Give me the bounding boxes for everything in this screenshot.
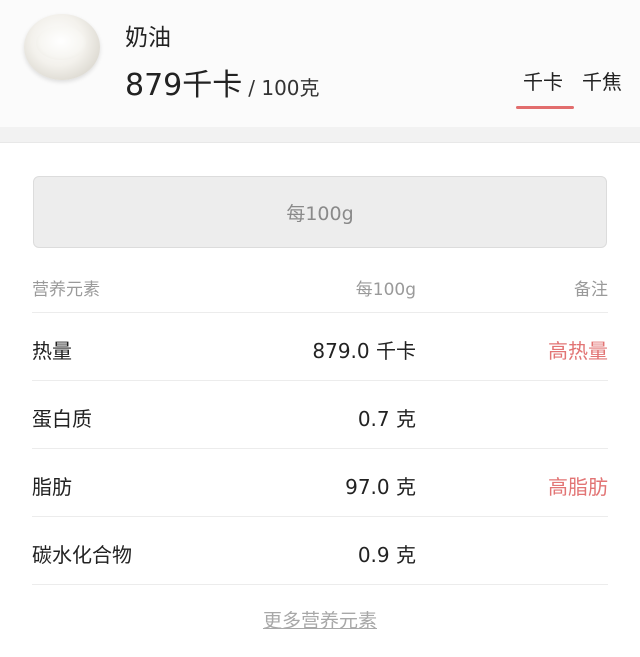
calorie-summary: 879千卡/ 100克 <box>125 60 320 104</box>
header-nutrient: 营养元素 <box>32 280 100 300</box>
nutrient-value: 97.0 克 <box>345 475 416 499</box>
tab-kj[interactable]: 千焦 <box>582 66 622 95</box>
divider <box>32 380 608 381</box>
food-image <box>24 14 100 80</box>
calorie-value: 879千卡 <box>125 68 243 103</box>
nutrient-name: 脂肪 <box>32 475 72 499</box>
header-per100g: 每100g <box>355 280 416 300</box>
tab-kcal[interactable]: 千卡 <box>523 66 563 95</box>
divider <box>32 448 608 449</box>
nutrition-card: 每100g 营养元素 每100g 备注 热量 879.0 千卡 高热量 蛋白质 … <box>0 142 640 657</box>
basis-selector-button[interactable]: 每100g <box>33 176 607 248</box>
nutrient-value: 879.0 千卡 <box>312 339 416 363</box>
active-tab-indicator <box>516 106 574 109</box>
nutrient-name: 蛋白质 <box>32 407 92 431</box>
divider <box>32 584 608 585</box>
header-note: 备注 <box>574 280 608 300</box>
divider <box>32 516 608 517</box>
nutrient-note: 高热量 <box>548 339 608 363</box>
more-nutrients-link[interactable]: 更多营养元素 <box>0 606 640 633</box>
nutrient-value: 0.7 克 <box>357 407 416 431</box>
food-header: 奶油 879千卡/ 100克 千卡 千焦 <box>0 0 640 127</box>
calorie-basis: / 100克 <box>248 76 320 100</box>
divider <box>32 312 608 313</box>
nutrient-note: 高脂肪 <box>548 475 608 499</box>
nutrient-name: 碳水化合物 <box>32 543 132 567</box>
food-name: 奶油 <box>125 25 171 51</box>
nutrient-value: 0.9 克 <box>357 543 416 567</box>
nutrient-name: 热量 <box>32 339 72 363</box>
